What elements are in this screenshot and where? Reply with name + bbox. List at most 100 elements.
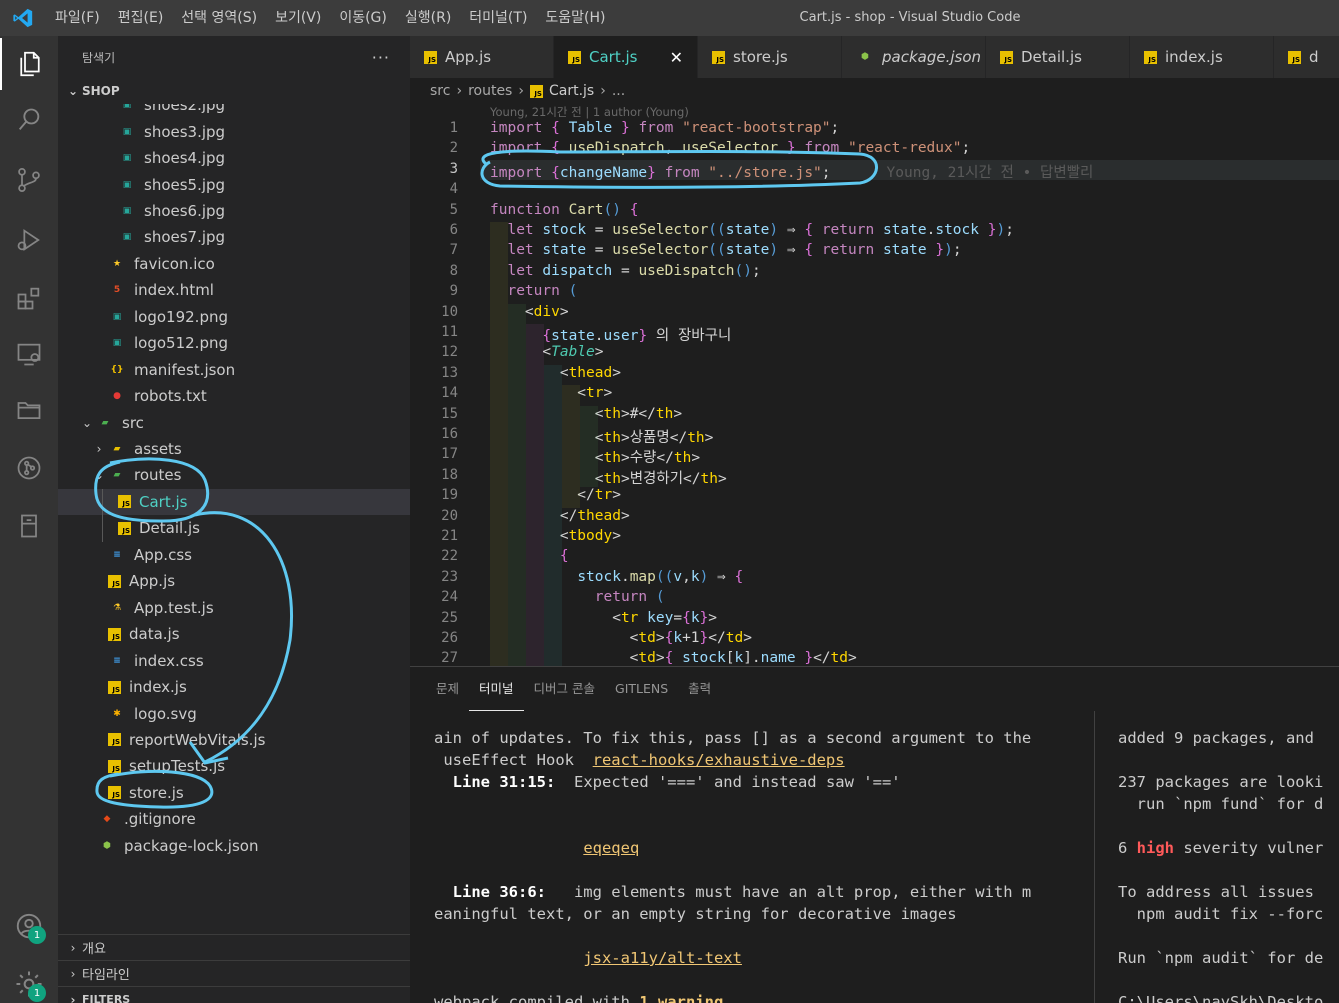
tree-item[interactable]: JS Cart.js <box>58 488 410 516</box>
tree-item[interactable]: ✱ logo.svg <box>58 700 410 726</box>
tree-item[interactable]: ▣ shoes5.jpg <box>58 171 410 197</box>
section-timeline[interactable]: › 타임라인 <box>58 960 410 986</box>
terminal-right[interactable]: added 9 packages, and 237 packages are l… <box>1118 711 1339 1003</box>
menu-run[interactable]: 실행(R) <box>396 0 460 36</box>
tab-problems[interactable]: 문제 <box>426 667 469 711</box>
tab-index-js[interactable]: JS index.js <box>1130 36 1274 78</box>
section-outline[interactable]: › 개요 <box>58 934 410 960</box>
terminal-left[interactable]: ain of updates. To fix this, pass [] as … <box>434 711 1086 1003</box>
rule-link[interactable]: eqeqeq <box>583 839 639 857</box>
search-icon[interactable] <box>0 94 58 146</box>
code-line[interactable]: let dispatch = useDispatch(); <box>490 263 760 279</box>
workspace-root[interactable]: ⌄ SHOP <box>58 78 410 104</box>
run-debug-icon[interactable] <box>0 214 58 266</box>
menu-view[interactable]: 보기(V) <box>266 0 330 36</box>
code-line[interactable]: import { Table } from "react-bootstrap"; <box>490 120 839 136</box>
tab-app-js[interactable]: JS App.js <box>410 36 554 78</box>
tree-item[interactable]: ● robots.txt <box>58 383 410 409</box>
code-line[interactable]: import { useDispatch, useSelector } from… <box>490 140 970 156</box>
chevron-right-icon: › <box>70 940 76 955</box>
js-file-icon: JS <box>108 733 121 747</box>
tree-item-label: index.js <box>129 678 187 697</box>
tree-item[interactable]: ⬢ package.json <box>58 859 410 864</box>
code-line[interactable]: let state = useSelector((state) ⇒ { retu… <box>490 242 961 258</box>
code-editor[interactable]: Young, 21시간 전 | 1 author (Young) 1 import… <box>410 104 1339 666</box>
line-number: 19 <box>441 487 458 504</box>
tab-label: App.js <box>445 48 492 66</box>
tree-item[interactable]: › ▰ assets <box>58 436 410 462</box>
indent-guide <box>490 222 508 666</box>
tree-item[interactable]: ◆ .gitignore <box>58 806 410 832</box>
breadcrumb-routes[interactable]: routes <box>468 83 512 99</box>
menu-edit[interactable]: 편집(E) <box>109 0 173 36</box>
tree-item[interactable]: ⌄ ▰ routes <box>58 462 410 488</box>
tab-overflow[interactable]: JS d <box>1274 36 1339 78</box>
tree-item[interactable]: 5 index.html <box>58 277 410 303</box>
tab-output[interactable]: 출력 <box>678 667 721 711</box>
codelens-blame[interactable]: Young, 21시간 전 | 1 author (Young) <box>490 104 689 120</box>
tree-item[interactable]: ▣ shoes7.jpg <box>58 224 410 250</box>
bottom-panel: 문제 터미널 디버그 콘솔 GITLENS 출력 ain of updates.… <box>410 666 1339 1003</box>
accounts-icon[interactable]: 1 <box>0 900 58 952</box>
tab-package-json[interactable]: ⬢ package.json <box>842 36 986 78</box>
code-line[interactable]: function Cart() { <box>490 202 638 218</box>
menu-file[interactable]: 파일(F) <box>46 0 109 36</box>
tab-terminal[interactable]: 터미널 <box>469 667 524 711</box>
code-line[interactable]: let stock = useSelector((state) ⇒ { retu… <box>490 222 1013 238</box>
terminal-split-divider[interactable] <box>1094 711 1095 1003</box>
tree-item[interactable]: ⌄ ▰ src <box>58 409 410 435</box>
remote-explorer-icon[interactable] <box>0 328 58 380</box>
tree-item[interactable]: JS index.js <box>58 674 410 700</box>
tree-item[interactable]: {} manifest.json <box>58 357 410 383</box>
folder-icon[interactable] <box>0 384 58 436</box>
tree-item[interactable]: ▣ shoes6.jpg <box>58 198 410 224</box>
tree-item[interactable]: ≡ index.css <box>58 647 410 673</box>
tree-item[interactable]: ⚗ App.test.js <box>58 595 410 621</box>
tab-cart-js[interactable]: JS Cart.js ✕ <box>554 36 698 78</box>
menu-go[interactable]: 이동(G) <box>330 0 396 36</box>
term-line: Expected '===' and instead saw '==' <box>555 773 901 791</box>
tree-item[interactable]: JS store.js <box>58 780 410 806</box>
tree-item[interactable]: ≡ App.css <box>58 542 410 568</box>
tree-item[interactable]: JS data.js <box>58 621 410 647</box>
tree-item-label: shoes7.jpg <box>144 228 226 247</box>
rule-link[interactable]: jsx-a11y/alt-text <box>583 949 742 967</box>
tree-item[interactable]: JS reportWebVitals.js <box>58 727 410 753</box>
settings-gear-icon[interactable]: 1 <box>0 958 58 1003</box>
tab-detail-js[interactable]: JS Detail.js <box>986 36 1130 78</box>
tab-gitlens[interactable]: GITLENS <box>605 667 678 711</box>
tree-item[interactable]: ⬢ package-lock.json <box>58 833 410 859</box>
tree-item[interactable]: ▣ logo192.png <box>58 304 410 330</box>
menu-help[interactable]: 도움말(H) <box>536 0 614 36</box>
gitlens-icon[interactable] <box>0 442 58 494</box>
tree-item[interactable]: ★ favicon.ico <box>58 251 410 277</box>
tree-item[interactable]: JS App.js <box>58 568 410 594</box>
tab-debug-console[interactable]: 디버그 콘솔 <box>524 667 605 711</box>
code-line[interactable]: import {changeName} from "../store.js"; Y… <box>490 161 1093 182</box>
js-file-icon: JS <box>568 50 581 64</box>
breadcrumb-file[interactable]: Cart.js <box>549 83 594 99</box>
menu-terminal[interactable]: 터미널(T) <box>460 0 536 36</box>
device-icon[interactable] <box>0 500 58 552</box>
explorer-icon[interactable] <box>0 38 58 90</box>
tree-item[interactable]: ▣ shoes2.jpg <box>58 104 410 118</box>
tree-item[interactable]: ▣ logo512.png <box>58 330 410 356</box>
menu-bar: 파일(F) 편집(E) 선택 영역(S) 보기(V) 이동(G) 실행(R) 터… <box>46 0 615 36</box>
menu-selection[interactable]: 선택 영역(S) <box>172 0 266 36</box>
breadcrumb-src[interactable]: src <box>430 83 450 99</box>
tree-item[interactable]: ▣ shoes4.jpg <box>58 145 410 171</box>
chevron-right-icon: › <box>70 992 76 1003</box>
tab-label: index.js <box>1165 48 1223 66</box>
section-filters-label: FILTERS <box>82 993 131 1003</box>
source-control-icon[interactable] <box>0 154 58 206</box>
rule-link[interactable]: react-hooks/exhaustive-deps <box>593 751 845 769</box>
section-filters[interactable]: › FILTERS <box>58 986 410 1003</box>
extensions-icon[interactable] <box>0 272 58 324</box>
tree-item[interactable]: ▣ shoes3.jpg <box>58 118 410 144</box>
breadcrumb-symbol[interactable]: ... <box>612 83 625 99</box>
tree-item[interactable]: JS Detail.js <box>58 515 410 541</box>
tab-store-js[interactable]: JS store.js <box>698 36 842 78</box>
close-icon[interactable]: ✕ <box>650 48 683 67</box>
more-actions-icon[interactable]: ··· <box>372 48 390 67</box>
tree-item[interactable]: JS setupTests.js <box>58 753 410 779</box>
